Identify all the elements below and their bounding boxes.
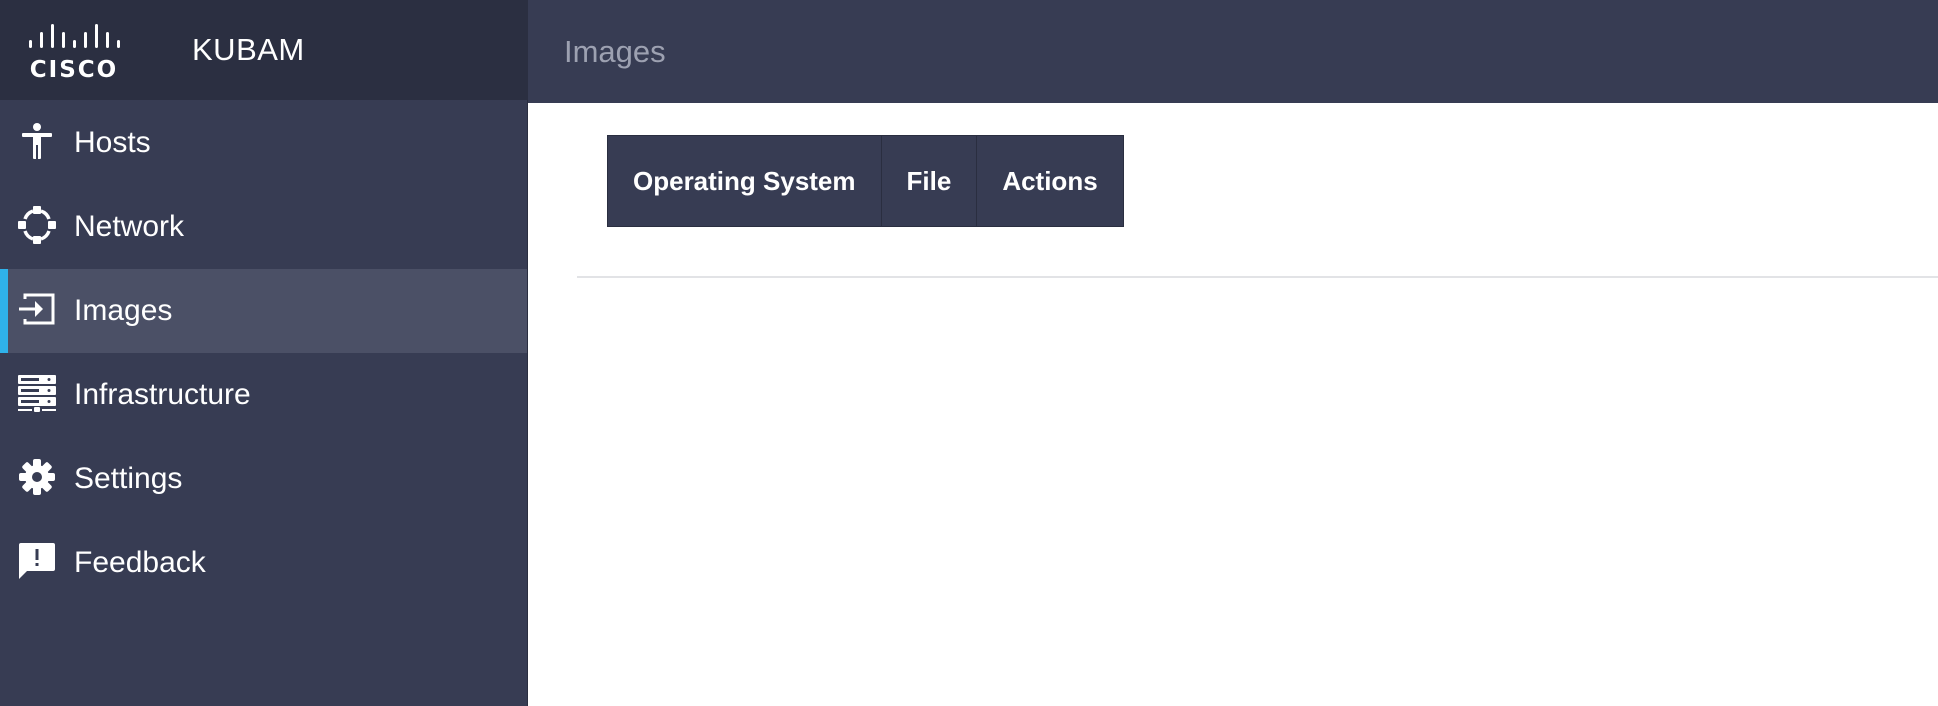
top-bar: Images: [528, 0, 1938, 103]
network-icon: [17, 205, 57, 245]
sidebar: CISCO KUBAM Hosts Network Images Infrast…: [0, 0, 528, 706]
table-header-row: Operating System File Actions: [607, 135, 1124, 227]
server-rack-icon: [17, 373, 57, 413]
page-title: Images: [564, 34, 666, 69]
person-icon: [17, 121, 57, 161]
column-header-actions: Actions: [976, 135, 1124, 227]
image-import-icon: [17, 289, 57, 329]
content-divider: [577, 276, 1938, 278]
column-header-operating-system: Operating System: [607, 135, 882, 227]
sidebar-item-infrastructure[interactable]: Infrastructure: [0, 353, 527, 437]
app-title: KUBAM: [192, 32, 305, 67]
sidebar-item-network[interactable]: Network: [0, 185, 527, 269]
sidebar-item-label: Infrastructure: [74, 378, 251, 411]
sidebar-item-label: Hosts: [74, 126, 151, 159]
sidebar-item-label: Feedback: [74, 546, 206, 579]
column-header-file: File: [880, 135, 978, 227]
brand-header: CISCO KUBAM: [0, 0, 528, 100]
sidebar-nav: Hosts Network Images Infrastructure Sett…: [0, 101, 527, 605]
cisco-logo: CISCO: [29, 24, 120, 80]
gear-icon: [17, 457, 57, 497]
sidebar-item-settings[interactable]: Settings: [0, 437, 527, 521]
sidebar-item-images[interactable]: Images: [0, 269, 527, 353]
sidebar-item-label: Network: [74, 210, 185, 243]
cisco-logo-bars: [29, 24, 120, 48]
sidebar-item-hosts[interactable]: Hosts: [0, 101, 527, 185]
feedback-icon: [17, 541, 57, 581]
sidebar-item-label: Images: [74, 294, 173, 327]
cisco-logo-text: CISCO: [30, 57, 118, 80]
sidebar-item-feedback[interactable]: Feedback: [0, 521, 527, 605]
sidebar-item-label: Settings: [74, 462, 183, 495]
images-table: Operating System File Actions: [607, 135, 1124, 227]
